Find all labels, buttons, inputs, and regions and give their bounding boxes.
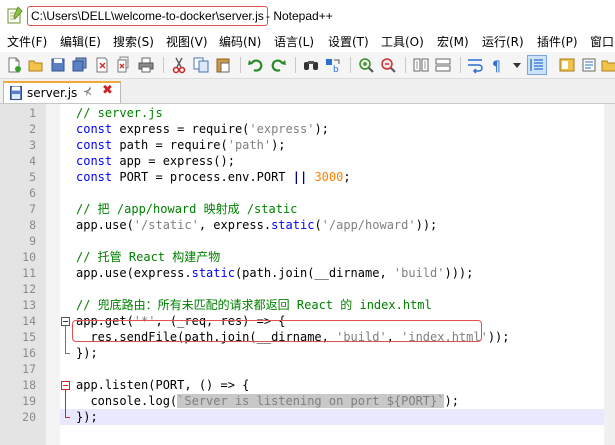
- close-tab-icon[interactable]: ✖: [102, 83, 113, 98]
- svg-text:¶: ¶: [492, 59, 501, 74]
- notepad-plus-plus-icon: [7, 6, 23, 24]
- line-number: 3: [29, 138, 36, 152]
- code-line[interactable]: const express = require('express');: [76, 121, 329, 137]
- code-line[interactable]: const PORT = process.env.PORT || 3000;: [76, 169, 351, 185]
- line-number: 14: [22, 314, 36, 328]
- close-all-icon[interactable]: [115, 56, 133, 74]
- menu-plugins[interactable]: 插件(P): [537, 34, 578, 50]
- code-line[interactable]: });: [76, 345, 98, 361]
- code-line[interactable]: const path = require('path');: [76, 137, 286, 153]
- find-icon[interactable]: [302, 56, 320, 74]
- menu-bar: 文件(F) 编辑(E) 搜索(S) 视图(V) 编码(N) 语言(L) 设置(T…: [0, 32, 615, 52]
- function-list-icon[interactable]: [580, 56, 598, 74]
- document-map-icon[interactable]: [558, 56, 576, 74]
- code-editor[interactable]: 1 2 3 4 5 6 7 8 9 10 11 12 13 14 15 16 1…: [0, 104, 615, 445]
- code-line[interactable]: // server.js: [76, 105, 163, 121]
- redo-icon[interactable]: [269, 56, 287, 74]
- tab-label: server.js: [27, 86, 78, 100]
- menu-file[interactable]: 文件(F): [7, 34, 47, 50]
- indent-guide-icon[interactable]: [527, 55, 547, 75]
- tab-strip: server.js ⊀ ✖: [0, 79, 615, 104]
- menu-search[interactable]: 搜索(S): [113, 34, 154, 50]
- vertical-scrollbar[interactable]: [604, 104, 615, 445]
- code-line[interactable]: const app = express();: [76, 153, 235, 169]
- folder-workspace-icon[interactable]: [600, 56, 615, 74]
- saved-file-icon: [10, 86, 22, 100]
- pin-icon[interactable]: ⊀: [83, 85, 92, 98]
- fold-end: [65, 353, 70, 354]
- zoom-out-icon[interactable]: [379, 56, 397, 74]
- line-number: 19: [22, 394, 36, 408]
- code-line[interactable]: // 兜底路由：所有未匹配的请求都返回 React 的 index.html: [76, 297, 432, 313]
- code-line[interactable]: app.use('/static', express.static('/app/…: [76, 217, 437, 233]
- sync-horizontal-icon[interactable]: [434, 56, 452, 74]
- fold-margin: [46, 104, 60, 445]
- replace-icon[interactable]: b: [324, 56, 342, 74]
- line-number: 11: [22, 266, 36, 280]
- line-number: 12: [22, 282, 36, 296]
- fold-guide: [65, 326, 66, 353]
- window-title-app: - Notepad++: [266, 9, 333, 23]
- window-title-path: C:\Users\DELL\welcome-to-docker\server.j…: [27, 6, 268, 26]
- fold-end: [65, 417, 70, 418]
- code-line[interactable]: // 把 /app/howard 映射成 /static: [76, 201, 297, 217]
- line-number: 7: [29, 202, 36, 216]
- undo-icon[interactable]: [247, 56, 265, 74]
- line-number: 9: [29, 234, 36, 248]
- title-bar: C:\Users\DELL\welcome-to-docker\server.j…: [0, 0, 615, 32]
- sync-vertical-icon[interactable]: [412, 56, 430, 74]
- fold-guide: [65, 390, 66, 417]
- copy-icon[interactable]: [192, 56, 210, 74]
- line-number: 2: [29, 122, 36, 136]
- menu-view[interactable]: 视图(V): [166, 34, 208, 50]
- code-line[interactable]: });: [76, 409, 98, 425]
- save-icon[interactable]: [49, 56, 67, 74]
- close-file-icon[interactable]: [93, 56, 111, 74]
- line-number: 6: [29, 186, 36, 200]
- line-number: 13: [22, 298, 36, 312]
- line-number: 20: [22, 410, 36, 424]
- cut-icon[interactable]: [170, 56, 188, 74]
- menu-macro[interactable]: 宏(M): [437, 34, 469, 50]
- line-number: 15: [22, 330, 36, 344]
- fold-toggle-icon[interactable]: [61, 317, 70, 326]
- line-number: 18: [22, 378, 36, 392]
- line-number: 5: [29, 170, 36, 184]
- annotation-highlight-box: [72, 320, 482, 342]
- menu-edit[interactable]: 编辑(E): [60, 34, 101, 50]
- menu-language[interactable]: 语言(L): [274, 34, 314, 50]
- menu-settings[interactable]: 设置(T): [328, 34, 369, 50]
- paste-icon[interactable]: [214, 56, 232, 74]
- print-icon[interactable]: [137, 56, 155, 74]
- fold-toggle-icon[interactable]: [61, 381, 70, 390]
- code-line[interactable]: app.use(express.static(path.join(__dirna…: [76, 265, 473, 281]
- word-wrap-icon[interactable]: [466, 56, 484, 74]
- zoom-in-icon[interactable]: [357, 56, 375, 74]
- code-line[interactable]: // 托管 React 构建产物: [76, 249, 220, 265]
- line-number: 10: [22, 250, 36, 264]
- svg-text:b: b: [333, 65, 339, 74]
- menu-run[interactable]: 运行(R): [482, 34, 524, 50]
- line-number: 4: [29, 154, 36, 168]
- save-all-icon[interactable]: [71, 56, 89, 74]
- code-line[interactable]: app.listen(PORT, () => {: [76, 377, 249, 393]
- tab-server-js[interactable]: server.js ⊀ ✖: [3, 81, 121, 103]
- new-file-icon[interactable]: [5, 56, 23, 74]
- current-line-highlight: [60, 409, 604, 425]
- dropdown-arrow-icon[interactable]: [508, 56, 526, 74]
- code-line[interactable]: console.log(`Server is listening on port…: [76, 393, 459, 409]
- open-file-icon[interactable]: [27, 56, 45, 74]
- line-number: 17: [22, 362, 36, 376]
- toolbar: b ¶: [0, 52, 615, 79]
- line-number: 16: [22, 346, 36, 360]
- line-number: 1: [29, 106, 36, 120]
- menu-tools[interactable]: 工具(O): [381, 34, 424, 50]
- show-all-chars-icon[interactable]: ¶: [488, 56, 506, 74]
- line-number: 8: [29, 218, 36, 232]
- menu-window[interactable]: 窗口: [590, 34, 614, 50]
- menu-encoding[interactable]: 编码(N): [219, 34, 261, 50]
